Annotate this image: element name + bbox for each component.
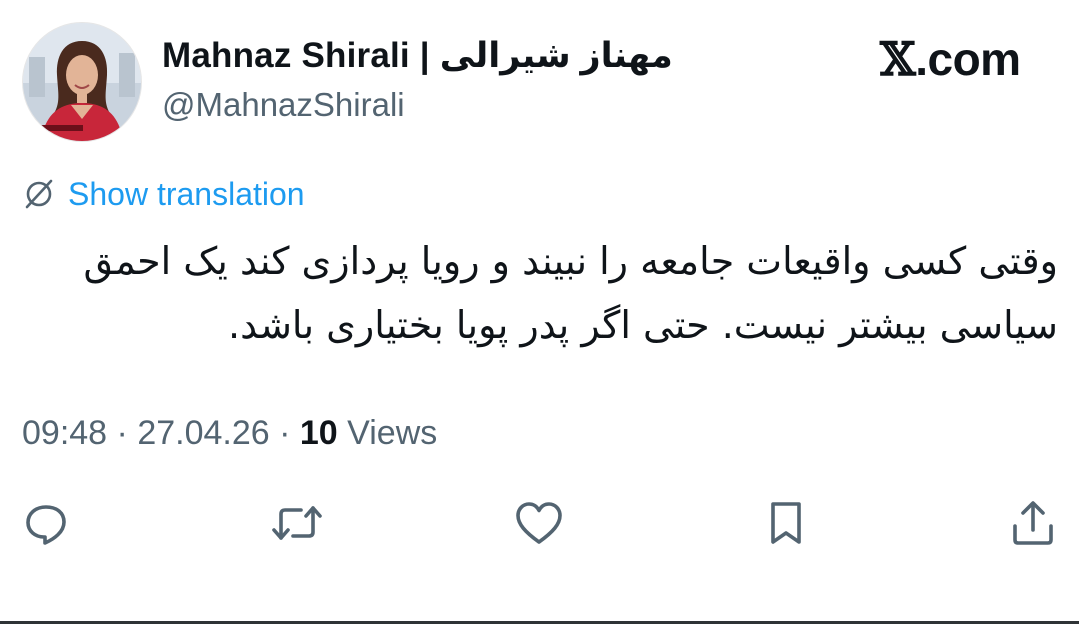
site-label-suffix: .com — [915, 33, 1021, 85]
tweet-date[interactable]: 27.04.26 — [137, 414, 269, 452]
show-translation-button[interactable]: Show translation — [22, 174, 305, 214]
x-logo-letter: 𝕏 — [880, 32, 916, 86]
globe-slash-icon — [22, 177, 56, 211]
tweet-time[interactable]: 09:48 — [22, 414, 107, 452]
author-handle[interactable]: @MahnazShirali — [162, 86, 405, 124]
views-label: Views — [347, 414, 438, 452]
repost-button[interactable] — [269, 495, 325, 551]
views-count: 10 — [299, 414, 338, 452]
profile-photo — [23, 23, 141, 141]
meta-separator: · — [269, 414, 300, 452]
avatar[interactable] — [22, 22, 142, 142]
like-icon — [513, 498, 565, 548]
site-label: 𝕏.com — [880, 32, 1021, 86]
bookmark-button[interactable] — [758, 495, 814, 551]
share-button[interactable] — [1005, 495, 1061, 551]
like-button[interactable] — [511, 495, 567, 551]
bookmark-icon — [763, 498, 809, 548]
show-translation-label: Show translation — [68, 175, 305, 212]
tweet-text: وقتی کسی واقیعات جامعه را نبیند و رویا پ… — [83, 239, 1059, 347]
reply-icon — [21, 498, 71, 548]
author-display-name[interactable]: Mahnaz Shirali | مهناز شیرالی — [162, 36, 673, 76]
share-icon — [1008, 498, 1058, 548]
meta-separator: · — [107, 414, 138, 452]
tweet-meta: 09:48 · 27.04.26 · 10 Views — [22, 414, 437, 453]
tweet-action-bar — [0, 495, 1079, 555]
reply-button[interactable] — [18, 495, 74, 551]
repost-icon — [269, 498, 325, 548]
